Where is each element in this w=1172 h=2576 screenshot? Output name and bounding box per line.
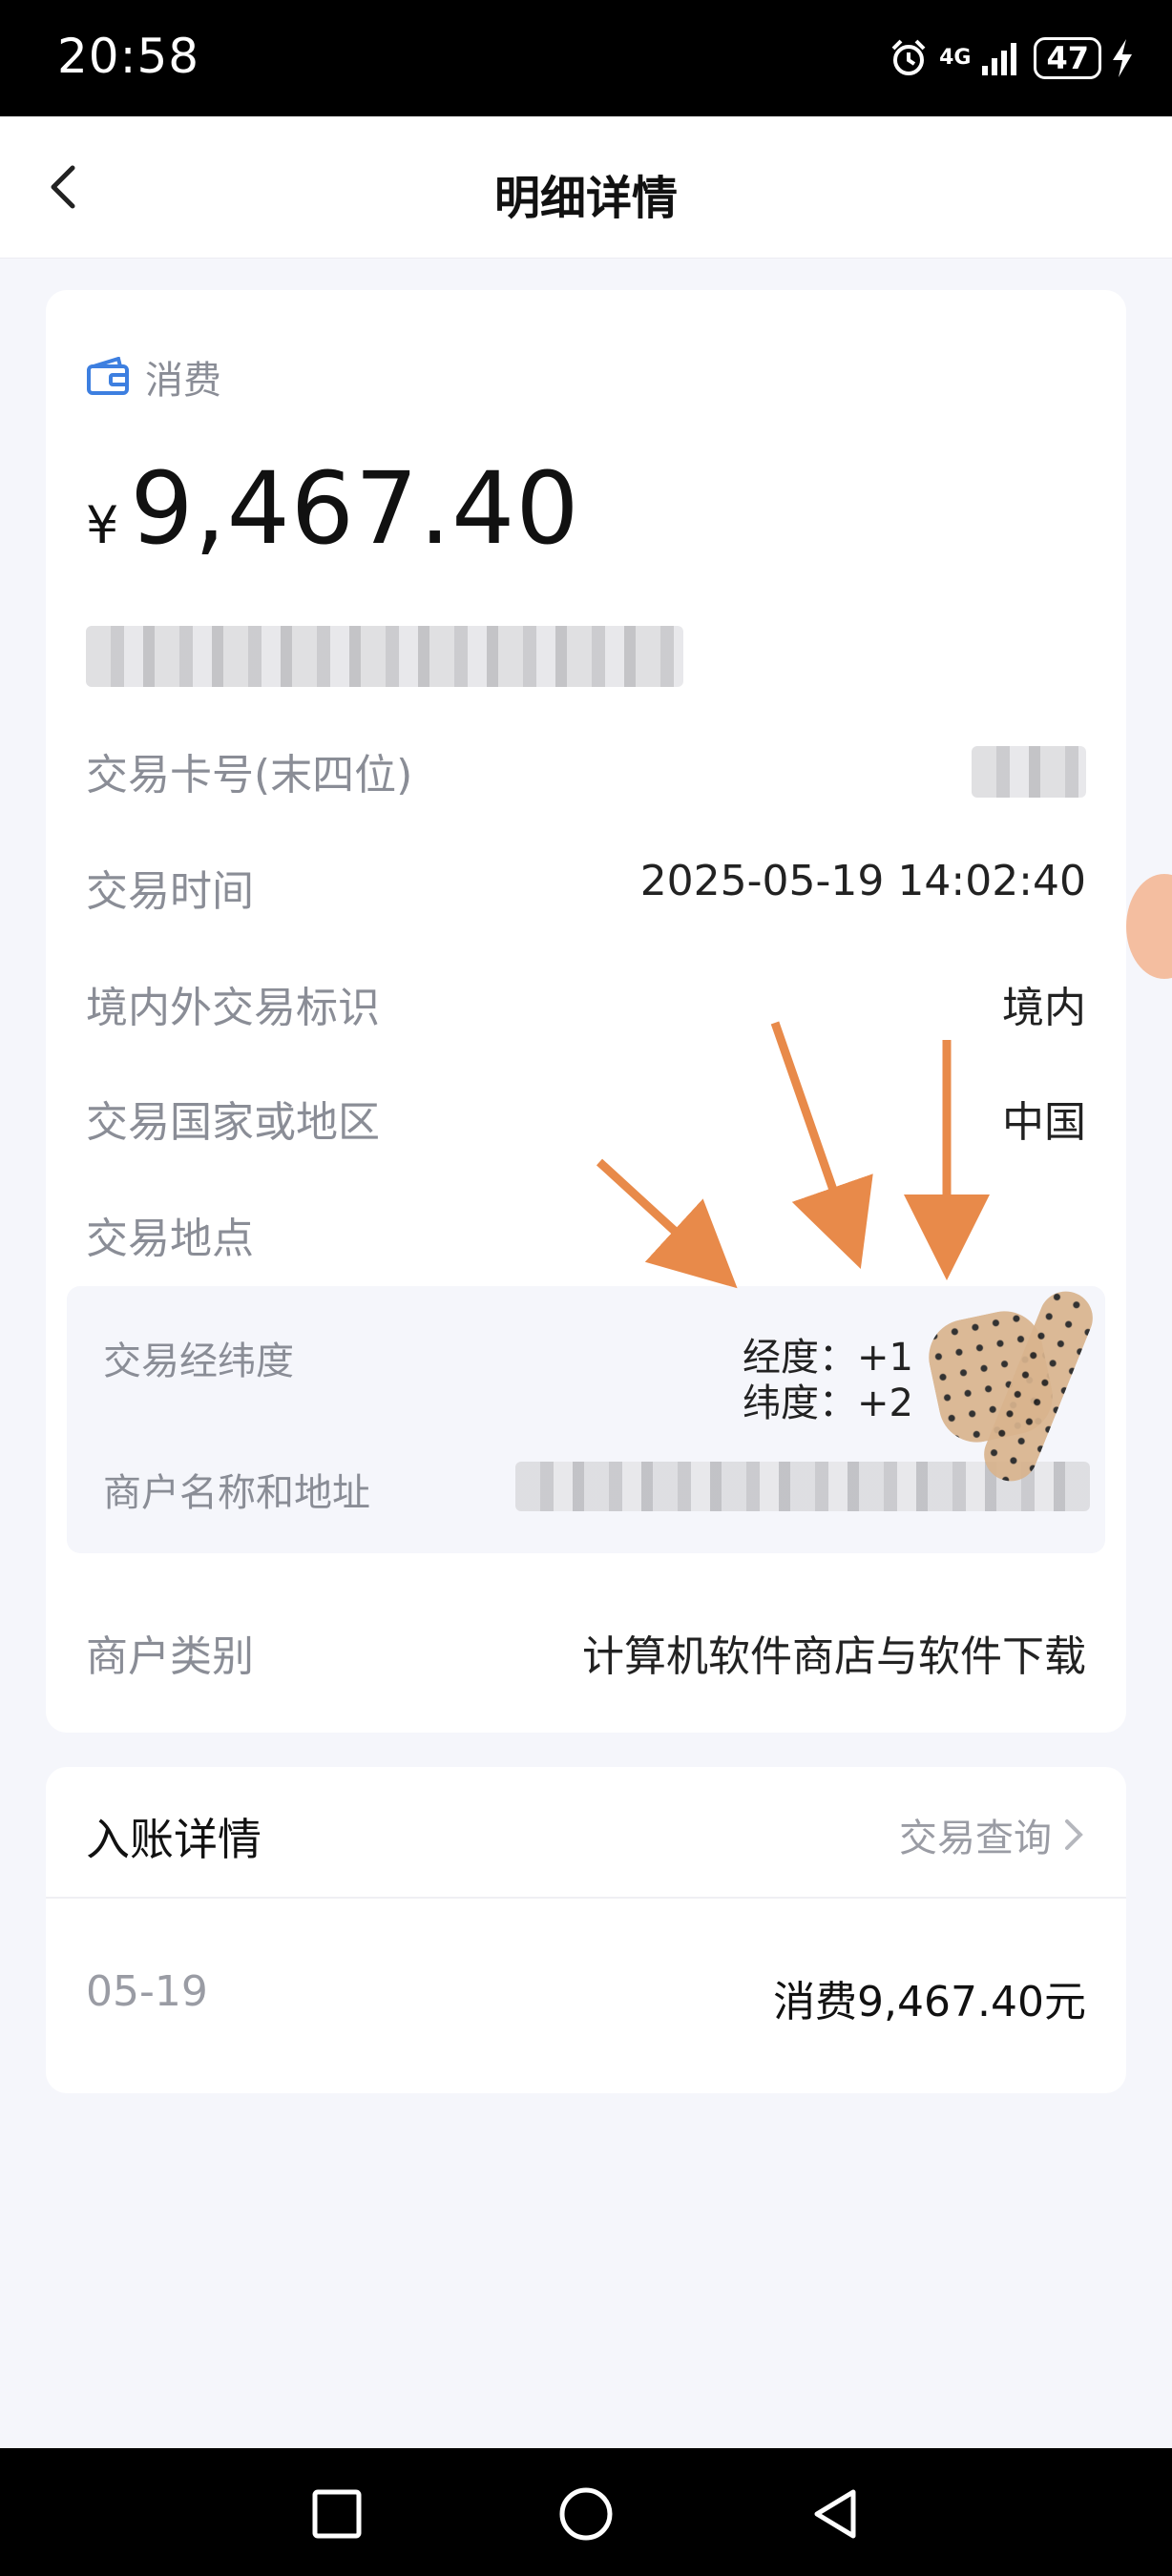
chevron-right-icon	[1065, 1819, 1083, 1850]
amount-value: 9,467.40	[130, 450, 580, 567]
detail-row-country: 交易国家或地区 中国	[86, 1088, 1086, 1154]
detail-value: 2025-05-19 14:02:40	[639, 857, 1086, 905]
app-header: 明细详情	[0, 116, 1172, 259]
transaction-query-link[interactable]: 交易查询	[899, 1807, 1086, 1862]
detail-row-domestic-flag: 境内外交易标识 境内	[86, 973, 1086, 1040]
merchant-name-label: 商户名称和地址	[103, 1471, 370, 1515]
wallet-icon	[87, 357, 129, 395]
detail-row-location: 交易地点	[86, 1204, 1086, 1271]
entry-amount: 消费9,467.40元	[773, 1978, 1086, 2026]
detail-row-time: 交易时间 2025-05-19 14:02:40	[86, 857, 1086, 924]
home-circle-icon[interactable]	[556, 2484, 616, 2544]
entry-details-card: 入账详情 交易查询 05-19 消费9,467.40元	[46, 1767, 1126, 2093]
detail-value: 中国	[1002, 1098, 1086, 1147]
network-label: 4G	[939, 46, 972, 70]
back-triangle-icon[interactable]	[806, 2484, 865, 2544]
detail-label: 交易时间	[86, 867, 254, 916]
currency-symbol: ¥	[86, 495, 119, 555]
battery-icon: 47	[1034, 37, 1101, 79]
location-details-box: 交易经纬度 经度：+1 纬度：+2 商户名称和地址	[67, 1283, 1105, 1553]
detail-row-card-number: 交易卡号(末四位)	[86, 740, 1086, 807]
status-icons: 4G 47	[888, 32, 1134, 84]
floating-assistant-bubble[interactable]	[1126, 874, 1172, 979]
detail-label: 商户类别	[86, 1632, 254, 1681]
transaction-card: 消费 ¥ 9,467.40 交易卡号(末四位) 交易时间 2025-05-19 …	[46, 290, 1126, 1733]
detail-label: 境内外交易标识	[86, 984, 380, 1032]
redacted-card-name	[86, 626, 683, 687]
entry-date: 05-19	[86, 1967, 208, 2016]
transaction-type-label: 消费	[145, 359, 221, 403]
detail-value: 计算机软件商店与软件下载	[582, 1632, 1086, 1681]
page-title: 明细详情	[493, 172, 678, 225]
detail-label: 交易卡号(末四位)	[86, 751, 413, 800]
redacted-card-number	[972, 746, 1086, 798]
signal-icon	[982, 43, 1017, 75]
charging-icon	[1113, 39, 1132, 77]
transaction-query-label: 交易查询	[899, 1817, 1052, 1860]
detail-row-merchant-category: 商户类别 计算机软件商店与软件下载	[86, 1622, 1086, 1689]
alarm-icon	[891, 39, 926, 75]
entry-details-title: 入账详情	[86, 1814, 262, 1865]
recents-square-icon[interactable]	[307, 2484, 366, 2544]
transaction-amount: ¥ 9,467.40	[86, 450, 579, 567]
detail-label: 交易国家或地区	[86, 1098, 380, 1147]
detail-value: 境内	[1002, 984, 1086, 1032]
detail-label: 交易地点	[86, 1215, 254, 1263]
latitude-value: 纬度：+2	[743, 1381, 913, 1425]
transaction-type: 消费	[86, 349, 221, 405]
coordinates-label: 交易经纬度	[103, 1340, 294, 1383]
status-time: 20:58	[57, 29, 200, 84]
system-nav-bar	[0, 2448, 1172, 2576]
status-bar: 20:58 4G 47	[0, 0, 1172, 116]
divider	[46, 1897, 1126, 1899]
